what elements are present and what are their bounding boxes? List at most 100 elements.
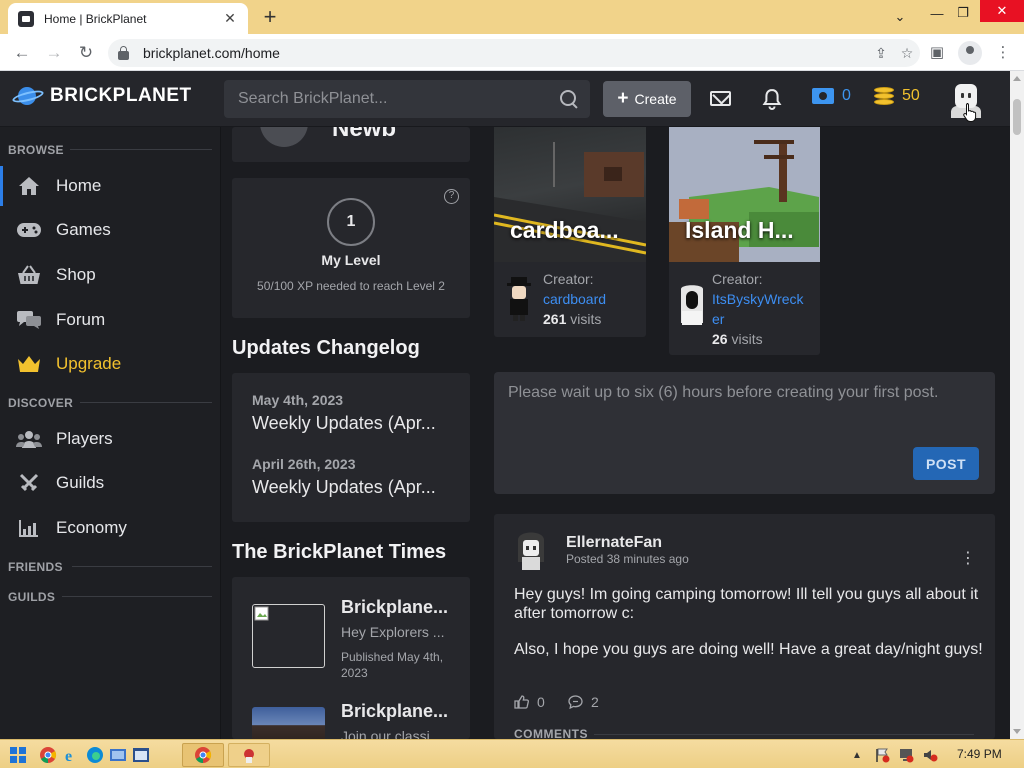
changelog-entry-link[interactable]: Weekly Updates (Apr...	[252, 413, 452, 434]
browser-tabstrip: Home | BrickPlanet ✕ + ⌄ — ❐ ✕	[0, 0, 1024, 34]
profile-card: Newb	[232, 127, 470, 162]
broken-image-icon	[254, 606, 269, 621]
sidebar-item-home[interactable]: Home	[0, 166, 220, 206]
status-post-input[interactable]	[508, 384, 978, 444]
taskbar-chrome-window[interactable]	[182, 743, 224, 767]
browse-section-title: BROWSE	[8, 143, 64, 157]
app-window-icon[interactable]	[131, 743, 151, 767]
sidebar: BROWSE Home Games Shop Forum Upgrade DIS…	[0, 127, 221, 739]
article-title[interactable]: Brickplane...	[341, 701, 459, 722]
bucks-balance[interactable]: 0	[812, 87, 851, 105]
sidebar-item-players[interactable]: Players	[0, 419, 220, 459]
article-thumbnail[interactable]	[252, 604, 325, 668]
sidebar-item-shop[interactable]: Shop	[0, 255, 220, 295]
basket-icon	[16, 264, 42, 286]
browser-tab[interactable]: Home | BrickPlanet ✕	[8, 3, 248, 34]
brickplanet-logo[interactable]: BRICKPLANET	[11, 85, 192, 107]
sidebar-item-label: Home	[56, 176, 102, 195]
bits-balance[interactable]: 50	[874, 86, 920, 106]
article-title[interactable]: Brickplane...	[341, 597, 459, 618]
author-avatar[interactable]	[514, 530, 548, 572]
guilds-section-title: GUILDS	[8, 590, 56, 604]
sidebar-item-upgrade[interactable]: Upgrade	[0, 344, 220, 384]
sidebar-item-guilds[interactable]: Guilds	[0, 463, 220, 503]
lock-icon	[118, 45, 129, 60]
scrollbar-thumb[interactable]	[1013, 99, 1021, 135]
window-minimize-button[interactable]: —	[922, 0, 952, 26]
plus-icon: +	[617, 88, 629, 109]
messages-mail-icon[interactable]	[710, 88, 732, 110]
site-search	[224, 80, 590, 118]
url-text: brickplanet.com/home	[143, 45, 280, 61]
new-tab-button[interactable]: +	[258, 5, 282, 29]
browser-menu-icon[interactable]: ⋮	[992, 42, 1014, 64]
creator-avatar[interactable]	[504, 275, 534, 321]
profile-avatar[interactable]	[260, 127, 308, 147]
file-explorer-icon[interactable]	[108, 743, 128, 767]
sidebar-item-economy[interactable]: Economy	[0, 508, 220, 548]
window-maximize-button[interactable]: ❐	[950, 0, 976, 26]
forward-arrow-icon[interactable]: →	[42, 42, 66, 64]
edge-icon[interactable]	[85, 743, 105, 767]
game-thumbnail[interactable]: cardboa...	[494, 127, 646, 262]
users-icon	[16, 428, 42, 450]
comment-button[interactable]: 2	[568, 694, 599, 710]
flag-icon[interactable]	[872, 743, 892, 767]
scroll-down-arrow-icon[interactable]	[1013, 729, 1021, 734]
bookmark-star-icon[interactable]: ☆	[894, 45, 920, 62]
window-close-button[interactable]: ✕	[980, 0, 1024, 22]
search-icon[interactable]	[560, 90, 578, 108]
discover-section-title: DISCOVER	[8, 396, 74, 410]
tab-search-chevron-icon[interactable]: ⌄	[888, 4, 912, 30]
tray-expand-icon[interactable]: ▲	[850, 743, 864, 767]
browser-profile-icon[interactable]	[958, 41, 982, 65]
visit-count: 26 visits	[712, 331, 763, 347]
post-button[interactable]: POST	[913, 447, 979, 480]
scroll-up-arrow-icon[interactable]	[1013, 76, 1021, 81]
network-icon[interactable]	[896, 743, 916, 767]
taskbar-clock[interactable]: 7:49 PM	[957, 747, 1002, 761]
creator-link[interactable]: cardboard	[543, 291, 606, 307]
back-arrow-icon[interactable]: ←	[10, 42, 34, 64]
visits-number: 26	[712, 331, 728, 347]
create-button[interactable]: + Create	[603, 81, 691, 117]
hand-cursor-icon	[963, 103, 977, 122]
page-scrollbar[interactable]	[1010, 71, 1024, 739]
game-title: Island H...	[685, 217, 794, 243]
taskbar-app-window[interactable]	[228, 743, 270, 767]
help-question-icon[interactable]: ?	[444, 189, 459, 204]
post-author-link[interactable]: EllernateFan	[566, 534, 662, 552]
side-panel-icon[interactable]: ▣	[926, 42, 948, 64]
post-options-icon[interactable]: ⋮	[960, 548, 976, 568]
search-input[interactable]	[238, 90, 560, 108]
creator-link[interactable]: ItsByskyWreck	[712, 291, 804, 307]
creator-label: Creator:	[712, 271, 763, 287]
article-thumbnail[interactable]	[252, 707, 325, 739]
volume-muted-icon[interactable]	[920, 743, 940, 767]
sidebar-item-forum[interactable]: Forum	[0, 300, 220, 340]
article-excerpt: Hey Explorers ...	[341, 624, 445, 640]
visits-label: visits	[731, 331, 763, 347]
share-icon[interactable]: ⇪	[868, 45, 894, 62]
sidebar-item-label: Guilds	[56, 473, 105, 492]
article-published: Published May 4th,	[341, 650, 444, 664]
changelog-heading: Updates Changelog	[232, 337, 420, 359]
changelog-entry-link[interactable]: Weekly Updates (Apr...	[252, 477, 452, 498]
friends-section-title: FRIENDS	[8, 560, 63, 574]
game-thumbnail[interactable]: Island H...	[669, 127, 820, 262]
notifications-bell-icon[interactable]	[761, 88, 783, 110]
gamepad-icon	[16, 219, 42, 241]
creator-avatar[interactable]	[677, 283, 707, 329]
start-windows-icon[interactable]	[8, 743, 28, 767]
internet-explorer-icon[interactable]: e	[62, 743, 82, 767]
creator-link-continued[interactable]: er	[712, 311, 724, 327]
sidebar-item-games[interactable]: Games	[0, 210, 220, 250]
reload-icon[interactable]: ↻	[74, 42, 98, 64]
like-button[interactable]: 0	[514, 694, 545, 710]
chrome-icon[interactable]	[38, 743, 58, 767]
sidebar-item-label: Games	[56, 220, 111, 239]
changelog-date: April 26th, 2023	[252, 456, 356, 472]
bits-amount: 50	[902, 87, 920, 104]
tab-close-icon[interactable]: ✕	[222, 10, 238, 27]
address-bar[interactable]: brickplanet.com/home ⇪ ☆	[108, 39, 920, 67]
